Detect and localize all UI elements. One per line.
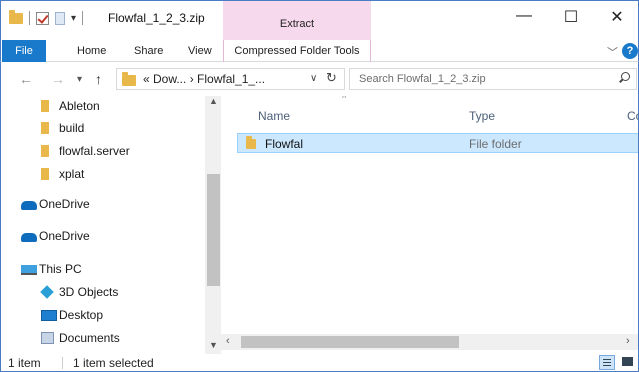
sidebar-item-label: OneDrive bbox=[39, 197, 90, 211]
sidebar-item-3d-objects[interactable]: 3D Objects bbox=[1, 282, 205, 302]
onedrive-icon bbox=[21, 201, 37, 210]
tab-compressed-folder-tools[interactable]: Compressed Folder Tools bbox=[223, 40, 371, 62]
sidebar-item-desktop[interactable]: Desktop bbox=[1, 305, 205, 325]
scroll-up-icon[interactable]: ▲ bbox=[209, 96, 218, 106]
back-arrow-icon[interactable]: ← bbox=[19, 71, 33, 87]
sidebar-item-this-pc[interactable]: This PC bbox=[1, 259, 205, 279]
sidebar-item-onedrive[interactable]: OneDrive bbox=[1, 226, 205, 246]
ribbon-tabs: File Home Share View Compressed Folder T… bbox=[0, 40, 639, 62]
folder-icon bbox=[41, 168, 49, 180]
tab-view[interactable]: View bbox=[188, 40, 212, 62]
tab-file[interactable]: File bbox=[2, 40, 46, 62]
customize-toolbar-dropdown-icon[interactable]: ▾ bbox=[71, 13, 76, 24]
forward-arrow-icon[interactable]: → bbox=[51, 71, 65, 87]
window-title: Flowfal_1_2_3.zip bbox=[108, 11, 205, 25]
new-folder-icon[interactable] bbox=[55, 11, 65, 25]
tab-share[interactable]: Share bbox=[134, 40, 163, 62]
close-button[interactable]: ✕ bbox=[594, 7, 639, 27]
scrollbar-thumb[interactable] bbox=[241, 336, 459, 348]
item-count: 1 item bbox=[8, 356, 41, 370]
documents-icon bbox=[41, 332, 54, 344]
folder-icon bbox=[246, 136, 256, 149]
3d-objects-icon bbox=[40, 285, 54, 299]
this-pc-icon bbox=[21, 265, 37, 275]
folder-icon bbox=[41, 145, 49, 157]
divider bbox=[62, 357, 63, 369]
horizontal-scrollbar[interactable]: ‹ › bbox=[221, 334, 638, 350]
sidebar-item-ableton[interactable]: Ableton bbox=[1, 96, 205, 116]
extract-tab-group: Extract bbox=[223, 1, 371, 41]
tab-home[interactable]: Home bbox=[77, 40, 106, 62]
large-icons-view-icon[interactable] bbox=[621, 356, 635, 368]
quick-access-toolbar: ▾ bbox=[9, 9, 84, 25]
details-view-icon[interactable] bbox=[599, 355, 615, 370]
sidebar-item-label: xplat bbox=[59, 167, 85, 181]
column-header-compressed-size[interactable]: Co bbox=[627, 109, 638, 123]
column-header-type[interactable]: Type bbox=[469, 109, 495, 123]
sidebar-item-label: build bbox=[59, 121, 85, 135]
folder-icon bbox=[122, 72, 136, 86]
column-header-name[interactable]: Name bbox=[258, 109, 290, 123]
selection-count: 1 item selected bbox=[73, 356, 154, 370]
address-bar[interactable]: « Dow... › Flowfal_1_... ∨ ↻ bbox=[116, 68, 345, 90]
scroll-left-icon[interactable]: ‹ bbox=[226, 335, 230, 347]
sort-indicator-icon: ^ bbox=[342, 96, 347, 103]
address-dropdown-icon[interactable]: ∨ bbox=[310, 73, 317, 84]
sidebar-item-flowfal-server[interactable]: flowfal.server bbox=[1, 141, 205, 161]
sidebar-item-label: Desktop bbox=[59, 308, 104, 322]
onedrive-icon bbox=[21, 233, 37, 242]
sidebar-item-label: Documents bbox=[59, 331, 120, 345]
vertical-scrollbar[interactable]: ▲ ▼ bbox=[205, 96, 221, 354]
sidebar-item-documents[interactable]: Documents bbox=[1, 328, 205, 348]
sidebar-item-build[interactable]: build bbox=[1, 118, 205, 138]
minimize-button[interactable]: — bbox=[501, 7, 547, 25]
file-list: ^ Name Type Co Flowfal File folder ‹ › bbox=[221, 96, 639, 354]
help-icon[interactable]: ? bbox=[622, 43, 638, 59]
status-bar: 1 item 1 item selected bbox=[0, 354, 639, 372]
breadcrumb[interactable]: « Dow... › Flowfal_1_... bbox=[143, 72, 265, 86]
scroll-down-icon[interactable]: ▼ bbox=[209, 340, 218, 350]
up-arrow-icon[interactable]: ↑ bbox=[95, 71, 102, 87]
recent-locations-chevron-icon[interactable]: ▾ bbox=[77, 74, 82, 85]
sidebar-item-label: 3D Objects bbox=[59, 285, 119, 299]
folder-icon bbox=[41, 100, 49, 112]
search-input[interactable]: Search Flowfal_1_2_3.zip bbox=[349, 68, 637, 90]
list-item[interactable]: Flowfal File folder bbox=[237, 133, 638, 153]
title-bar: ▾ Flowfal_1_2_3.zip Extract — ☐ ✕ bbox=[0, 0, 639, 41]
sidebar-item-label: flowfal.server bbox=[59, 144, 130, 158]
divider bbox=[82, 11, 84, 25]
refresh-icon[interactable]: ↻ bbox=[326, 70, 337, 86]
maximize-button[interactable]: ☐ bbox=[548, 7, 594, 27]
item-type: File folder bbox=[469, 137, 522, 151]
navigation-pane: Ableton build flowfal.server xplat OneDr… bbox=[0, 96, 221, 354]
extract-label: Extract bbox=[279, 18, 315, 30]
folder-icon bbox=[9, 9, 23, 24]
item-name: Flowfal bbox=[265, 137, 304, 151]
sidebar-item-xplat[interactable]: xplat bbox=[1, 164, 205, 184]
scroll-right-icon[interactable]: › bbox=[626, 335, 630, 347]
properties-icon[interactable] bbox=[36, 11, 49, 25]
scrollbar-thumb[interactable] bbox=[207, 174, 220, 286]
sidebar-item-label: OneDrive bbox=[39, 229, 90, 243]
search-icon bbox=[618, 72, 630, 83]
sidebar-item-onedrive[interactable]: OneDrive bbox=[1, 194, 205, 214]
sidebar-item-label: This PC bbox=[39, 262, 82, 276]
divider bbox=[29, 11, 30, 25]
expand-ribbon-icon[interactable]: ﹀ bbox=[607, 44, 618, 60]
desktop-icon bbox=[41, 310, 57, 321]
address-row: ← → ▾ ↑ « Dow... › Flowfal_1_... ∨ ↻ Sea… bbox=[0, 62, 639, 96]
folder-icon bbox=[41, 122, 49, 134]
search-placeholder: Search Flowfal_1_2_3.zip bbox=[359, 73, 486, 85]
sidebar-item-label: Ableton bbox=[59, 99, 100, 113]
